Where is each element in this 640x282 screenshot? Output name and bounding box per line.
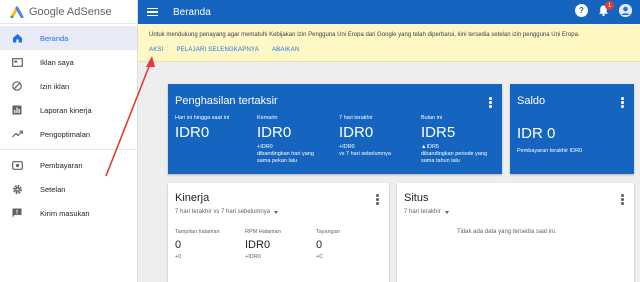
block-icon <box>11 80 23 92</box>
sidebar-item-pembayaran[interactable]: Pembayaran <box>0 153 137 177</box>
sidebar-item-label: Pengoptimalan <box>40 129 91 139</box>
metric-delta: ▲IDR5 <box>421 144 439 150</box>
dropdown-arrow-icon <box>444 210 449 214</box>
metric-delta: +0 <box>175 254 182 260</box>
sidebar: Google AdSense Beranda Iklan saya Izin i… <box>0 0 138 282</box>
sidebar-item-beranda[interactable]: Beranda <box>0 26 137 50</box>
metric-label: Tampilan halaman <box>175 229 220 235</box>
home-icon <box>11 32 23 44</box>
earnings-card: Penghasilan tertaksir Hari ini hingga sa… <box>168 84 502 174</box>
payment-icon <box>11 159 23 171</box>
balance-card: Saldo IDR 0 Pembayaran terakhir IDR0 <box>510 84 634 174</box>
metric-label: Hari ini hingga saat ini <box>175 115 230 121</box>
sidebar-item-label: Izin iklan <box>40 81 70 91</box>
settings-icon <box>11 183 23 195</box>
metric-delta: +IDR0 <box>257 144 273 150</box>
performance-title: Kinerja <box>175 192 210 204</box>
metric-delta: +0 <box>316 254 323 260</box>
help-icon[interactable]: ? <box>575 4 588 17</box>
metric-value: IDR5 <box>421 124 456 141</box>
notifications-button[interactable]: 1 <box>597 1 614 17</box>
earnings-metric-yesterday: Kemarin IDR0 +IDR0 dibandingkan hari yan… <box>257 115 323 165</box>
performance-metric-page-rpm: RPM Halaman IDR0 +IDR0 <box>245 229 281 260</box>
sites-range-select[interactable]: 7 hari terakhir <box>404 209 449 215</box>
sidebar-nav: Beranda Iklan saya Izin iklan Laporan ki… <box>0 26 137 225</box>
earnings-metric-today: Hari ini hingga saat ini IDR0 <box>175 115 255 141</box>
sidebar-item-izin-iklan[interactable]: Izin iklan <box>0 74 137 98</box>
sites-title: Situs <box>404 192 429 204</box>
earnings-metric-7days: 7 hari terakhir IDR0 +IDR0 vs 7 hari seb… <box>339 115 409 158</box>
top-app-bar: Beranda ? 1 <box>138 0 640 24</box>
earnings-title: Penghasilan tertaksir <box>175 95 278 107</box>
sidebar-item-laporan-kinerja[interactable]: Laporan kinerja <box>0 98 137 122</box>
eu-consent-banner: Untuk mendukung penayang agar mematuhi K… <box>138 24 640 62</box>
banner-message: Untuk mendukung penayang agar mematuhi K… <box>149 32 580 38</box>
metric-value: IDR0 <box>339 124 374 141</box>
metric-label: Tayangan <box>316 229 340 235</box>
earnings-more-icon[interactable] <box>489 97 493 108</box>
metric-value: IDR0 <box>257 124 292 141</box>
metric-label: RPM Halaman <box>245 229 281 235</box>
dropdown-arrow-icon <box>274 210 279 214</box>
metric-label: Bulan ini <box>421 115 443 121</box>
metric-value: IDR0 <box>175 124 210 141</box>
performance-metric-pageviews: Tampilan halaman 0 +0 <box>175 229 220 260</box>
sidebar-item-label: Kirim masukan <box>40 208 90 218</box>
metric-value: 0 <box>175 239 182 251</box>
sidebar-item-iklan-saya[interactable]: Iklan saya <box>0 50 137 74</box>
metric-label: Kemarin <box>257 115 278 121</box>
sites-card: Situs 7 hari terakhir Tidak ada data yan… <box>397 183 634 282</box>
trending-up-icon <box>11 128 23 140</box>
page-title: Beranda <box>173 6 211 18</box>
banner-actions: AKSI PELAJARI SELENGKAPNYA ABAIKAN <box>149 47 299 53</box>
balance-value: IDR 0 <box>517 125 556 142</box>
sidebar-divider <box>0 149 137 150</box>
menu-icon[interactable] <box>147 4 163 20</box>
metric-value: 0 <box>316 239 323 251</box>
sidebar-item-pengoptimalan[interactable]: Pengoptimalan <box>0 122 137 146</box>
notification-badge: 1 <box>605 1 614 10</box>
metric-value: IDR0 <box>245 239 271 251</box>
sites-range-value: 7 hari terakhir <box>404 209 441 215</box>
earnings-metric-month: Bulan ini IDR5 ▲IDR5 dibandingkan period… <box>421 115 497 165</box>
metric-delta-note: dibandingkan hari yang sama pekan lalu <box>257 151 314 164</box>
metric-delta-note: vs 7 hari sebelumnya <box>339 151 391 157</box>
sites-empty-message: Tidak ada data yang tersedia saat ini. <box>457 229 557 235</box>
banner-action-learn-more[interactable]: PELAJARI SELENGKAPNYA <box>176 47 258 53</box>
sidebar-item-label: Beranda <box>40 33 69 43</box>
sidebar-item-setelan[interactable]: Setelan <box>0 177 137 201</box>
sidebar-item-label: Iklan saya <box>40 57 74 67</box>
sidebar-item-label: Pembayaran <box>40 160 83 170</box>
performance-range-value: 7 hari terakhir vs 7 hari sebelumnya <box>175 209 271 215</box>
avatar[interactable] <box>619 4 632 17</box>
metric-delta-note: dibandingkan periode yang sama tahun lal… <box>421 151 488 164</box>
main-content: Penghasilan tertaksir Hari ini hingga sa… <box>138 62 640 282</box>
app-name: Google AdSense <box>29 5 112 18</box>
banner-action-dismiss[interactable]: ABAIKAN <box>272 47 299 53</box>
balance-more-icon[interactable] <box>621 97 625 108</box>
sites-more-icon[interactable] <box>621 194 625 205</box>
sidebar-item-label: Setelan <box>40 184 66 194</box>
banner-action-aksi[interactable]: AKSI <box>149 47 163 53</box>
performance-range-select[interactable]: 7 hari terakhir vs 7 hari sebelumnya <box>175 209 279 215</box>
ad-icon <box>11 56 23 68</box>
sidebar-item-kirim-masukan[interactable]: Kirim masukan <box>0 201 137 225</box>
header-actions: ? 1 <box>575 1 632 17</box>
account-icon <box>619 4 632 17</box>
bar-chart-icon <box>11 104 23 116</box>
adsense-logo-icon <box>10 6 24 18</box>
metric-delta: +IDR0 <box>339 144 355 150</box>
performance-metric-impressions: Tayangan 0 +0 <box>316 229 340 260</box>
performance-card: Kinerja 7 hari terakhir vs 7 hari sebelu… <box>168 183 389 282</box>
feedback-icon <box>11 207 23 219</box>
balance-note: Pembayaran terakhir IDR0 <box>517 148 583 154</box>
balance-title: Saldo <box>517 95 546 107</box>
performance-more-icon[interactable] <box>376 194 380 205</box>
sidebar-item-label: Laporan kinerja <box>40 105 92 115</box>
adsense-logo[interactable]: Google AdSense <box>0 0 137 24</box>
metric-delta: +IDR0 <box>245 254 261 260</box>
metric-label: 7 hari terakhir <box>339 115 373 121</box>
